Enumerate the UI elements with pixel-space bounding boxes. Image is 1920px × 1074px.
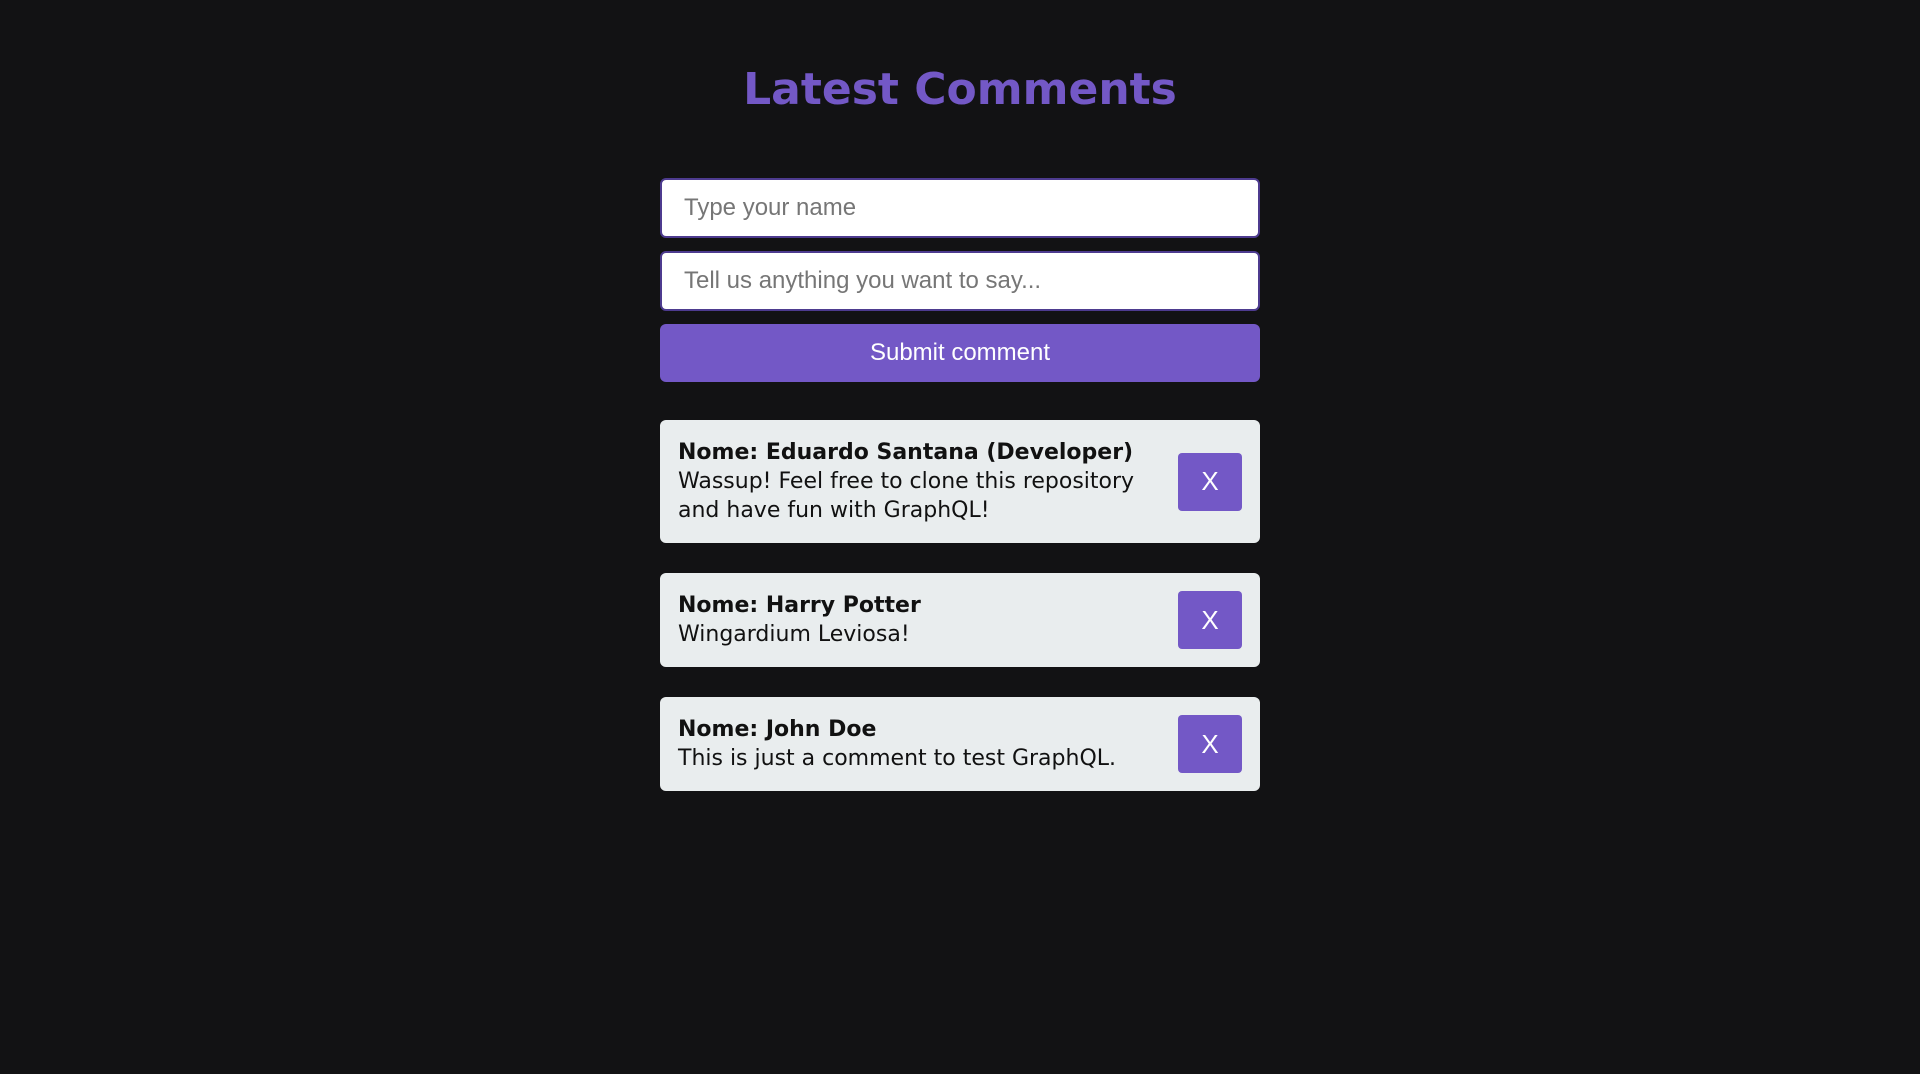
submit-comment-button[interactable]: Submit comment <box>660 324 1260 382</box>
name-input[interactable] <box>660 178 1260 238</box>
comment-text: Wingardium Leviosa! <box>678 622 910 647</box>
page: Latest Comments Submit comment Nome: Edu… <box>0 0 1920 1074</box>
comment-author: Nome: John Doe <box>678 717 877 742</box>
comment-content: Nome: Harry Potter Wingardium Leviosa! <box>678 591 1178 649</box>
comment-list: Nome: Eduardo Santana (Developer) Wassup… <box>660 420 1260 821</box>
comment-card: Nome: Harry Potter Wingardium Leviosa! X <box>660 573 1260 667</box>
comment-text: Wassup! Feel free to clone this reposito… <box>678 469 1135 523</box>
comment-content: Nome: John Doe This is just a comment to… <box>678 715 1178 773</box>
message-input[interactable] <box>660 251 1260 311</box>
comment-form: Submit comment <box>660 178 1260 382</box>
delete-comment-button[interactable]: X <box>1178 452 1242 511</box>
comment-author: Nome: Harry Potter <box>678 593 921 618</box>
comment-content: Nome: Eduardo Santana (Developer) Wassup… <box>678 438 1178 525</box>
delete-comment-button[interactable]: X <box>1178 715 1242 773</box>
comment-author: Nome: Eduardo Santana (Developer) <box>678 440 1134 465</box>
comment-text: This is just a comment to test GraphQL. <box>678 746 1117 771</box>
comment-card: Nome: John Doe This is just a comment to… <box>660 697 1260 791</box>
delete-comment-button[interactable]: X <box>1178 591 1242 649</box>
comment-card: Nome: Eduardo Santana (Developer) Wassup… <box>660 420 1260 543</box>
page-title: Latest Comments <box>743 64 1177 115</box>
